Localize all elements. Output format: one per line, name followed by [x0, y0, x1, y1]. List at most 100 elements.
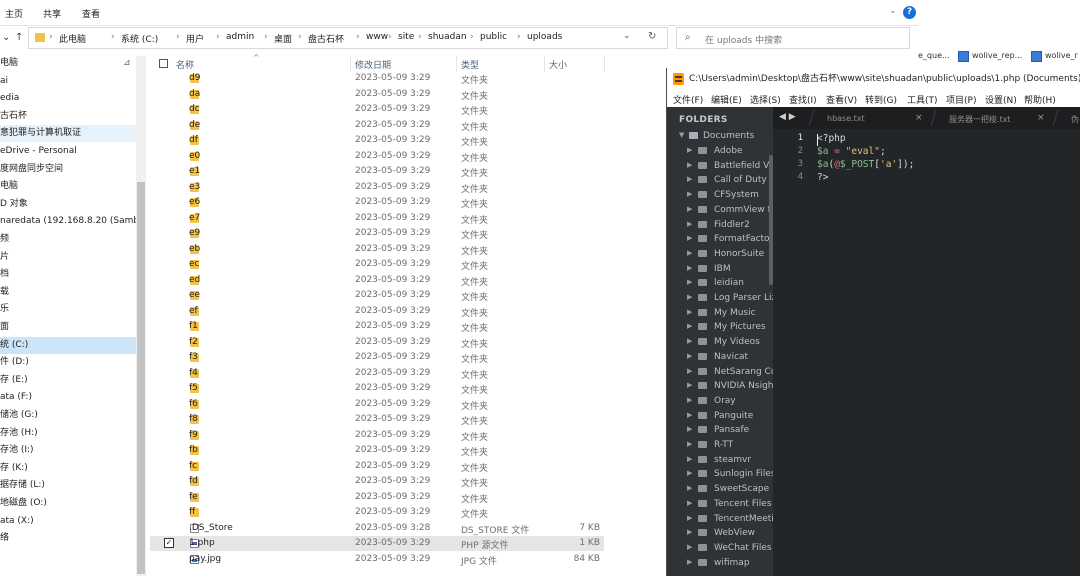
- menu-item[interactable]: 设置(N): [985, 93, 1017, 106]
- file-row[interactable]: d9 2023-05-09 3:29 文件夹: [150, 71, 604, 86]
- tree-folder[interactable]: ▶ Log Parser Liz: [667, 291, 773, 305]
- file-row[interactable]: fc 2023-05-09 3:29 文件夹: [150, 459, 604, 474]
- close-tab-icon[interactable]: ×: [1037, 113, 1045, 123]
- file-row[interactable]: de 2023-05-09 3:29 文件夹: [150, 118, 604, 133]
- file-row[interactable]: f9 2023-05-09 3:29 文件夹: [150, 428, 604, 443]
- editor-tab[interactable]: 服务器一把梭.txt ×: [935, 107, 1053, 129]
- collapsed-triangle-icon[interactable]: ▶: [687, 146, 692, 154]
- file-row[interactable]: eb 2023-05-09 3:29 文件夹: [150, 242, 604, 257]
- sidebar-item[interactable]: 存池 (I:): [0, 442, 136, 459]
- file-row[interactable]: df 2023-05-09 3:29 文件夹: [150, 133, 604, 148]
- tree-folder[interactable]: ▶ wifimap: [667, 556, 773, 570]
- file-row[interactable]: f2 2023-05-09 3:29 文件夹: [150, 335, 604, 350]
- sidebar-item[interactable]: 电脑: [0, 178, 136, 195]
- column-header-type[interactable]: 类型: [461, 58, 479, 71]
- collapsed-triangle-icon[interactable]: ▶: [687, 381, 692, 389]
- expanded-triangle-icon[interactable]: ▼: [679, 131, 684, 139]
- collapsed-triangle-icon[interactable]: ▶: [687, 205, 692, 213]
- sidebar-item[interactable]: 存 (K:): [0, 460, 136, 477]
- tree-folder[interactable]: ▶ My Music: [667, 306, 773, 320]
- tree-folder[interactable]: ▶ Fiddler2: [667, 218, 773, 232]
- file-row[interactable]: e1 2023-05-09 3:29 文件夹: [150, 164, 604, 179]
- tree-folder[interactable]: ▶ Call of Duty: [667, 173, 773, 187]
- collapsed-triangle-icon[interactable]: ▶: [687, 440, 692, 448]
- editor-tab[interactable]: hbase.txt ×: [813, 107, 931, 129]
- sidebar-item[interactable]: 意犯罪与计算机取证: [0, 125, 136, 143]
- tree-folder[interactable]: ▶ steamvr: [667, 453, 773, 467]
- tree-folder[interactable]: ▶ My Videos: [667, 335, 773, 349]
- collapsed-triangle-icon[interactable]: ▶: [687, 278, 692, 286]
- collapsed-triangle-icon[interactable]: ▶: [687, 352, 692, 360]
- select-all-checkbox[interactable]: [159, 59, 168, 68]
- sidebar-scrollbar-thumb[interactable]: [137, 182, 145, 574]
- tree-folder[interactable]: ▶ HonorSuite: [667, 247, 773, 261]
- collapsed-triangle-icon[interactable]: ▶: [687, 514, 692, 522]
- sidebar-item[interactable]: D 对象: [0, 196, 136, 213]
- collapsed-triangle-icon[interactable]: ▶: [687, 455, 692, 463]
- breadcrumb-item[interactable]: admin: [226, 32, 254, 42]
- collapsed-triangle-icon[interactable]: ▶: [687, 234, 692, 242]
- menu-item[interactable]: 文件(F): [673, 93, 703, 106]
- search-input[interactable]: 在 uploads 中搜索: [705, 33, 782, 46]
- ribbon-tab-home[interactable]: 主页: [5, 7, 23, 20]
- file-row[interactable]: e0 2023-05-09 3:29 文件夹: [150, 149, 604, 164]
- sidebar-item[interactable]: 地磁盘 (O:): [0, 495, 136, 512]
- file-row[interactable]: e3 2023-05-09 3:29 文件夹: [150, 180, 604, 195]
- sidebar-item[interactable]: 度网盘同步空间: [0, 161, 136, 178]
- editor-tab[interactable]: 伪: [1057, 107, 1080, 129]
- tree-folder[interactable]: ▶ FormatFactor: [667, 232, 773, 246]
- sidebar-item[interactable]: edia: [0, 90, 136, 107]
- breadcrumb-item[interactable]: 桌面: [274, 32, 292, 45]
- collapsed-triangle-icon[interactable]: ▶: [687, 425, 692, 433]
- file-row[interactable]: da 2023-05-09 3:29 文件夹: [150, 87, 604, 102]
- menu-item[interactable]: 转到(G): [865, 93, 897, 106]
- breadcrumb-item[interactable]: 盘古石杯: [308, 32, 344, 45]
- sidebar-item[interactable]: naredata (192.168.8.20 (Samba (: [0, 213, 140, 230]
- file-row[interactable]: pay.jpg 2023-05-09 3:29 JPG 文件 84 KB: [150, 552, 604, 567]
- menu-item[interactable]: 工具(T): [907, 93, 938, 106]
- tree-folder[interactable]: ▶ NVIDIA Nsigh: [667, 379, 773, 393]
- tree-folder[interactable]: ▶ Oray: [667, 394, 773, 408]
- tree-folder[interactable]: ▶ Battlefield V: [667, 159, 773, 173]
- sidebar-item[interactable]: 据存储 (L:): [0, 477, 136, 494]
- file-row[interactable]: ✓ 1.php 2023-05-09 3:29 PHP 源文件 1 KB: [150, 536, 604, 551]
- column-divider[interactable]: [544, 56, 545, 72]
- sidebar-item[interactable]: ata (X:): [0, 513, 136, 530]
- collapsed-triangle-icon[interactable]: ▶: [687, 175, 692, 183]
- sidebar-item[interactable]: ata (F:): [0, 389, 136, 406]
- sidebar-item[interactable]: 存 (E:): [0, 372, 136, 389]
- collapsed-triangle-icon[interactable]: ▶: [687, 220, 692, 228]
- collapsed-triangle-icon[interactable]: ▶: [687, 161, 692, 169]
- collapsed-triangle-icon[interactable]: ▶: [687, 367, 692, 375]
- collapsed-triangle-icon[interactable]: ▶: [687, 249, 692, 257]
- breadcrumb-item[interactable]: 系统 (C:): [121, 32, 158, 45]
- tree-folder[interactable]: ▶ WeChat Files: [667, 541, 773, 555]
- file-row[interactable]: ff 2023-05-09 3:29 文件夹: [150, 505, 604, 520]
- collapsed-triangle-icon[interactable]: ▶: [687, 543, 692, 551]
- tree-folder[interactable]: ▶ IBM: [667, 262, 773, 276]
- sidebar-item[interactable]: 储池 (G:): [0, 407, 136, 424]
- file-row[interactable]: e7 2023-05-09 3:29 文件夹: [150, 211, 604, 226]
- tree-folder[interactable]: ▶ Tencent Files: [667, 497, 773, 511]
- tree-folder[interactable]: ▶ Panguite: [667, 409, 773, 423]
- search-box[interactable]: ⌕ 在 uploads 中搜索: [676, 27, 910, 49]
- menu-item[interactable]: 查看(V): [826, 93, 857, 106]
- collapsed-triangle-icon[interactable]: ▶: [687, 264, 692, 272]
- close-tab-icon[interactable]: ×: [915, 113, 923, 123]
- column-divider[interactable]: [350, 56, 351, 72]
- breadcrumb-item[interactable]: public: [480, 32, 507, 42]
- help-icon[interactable]: ?: [903, 6, 916, 19]
- file-row[interactable]: f4 2023-05-09 3:29 文件夹: [150, 366, 604, 381]
- sidebar-item[interactable]: 古石杯: [0, 108, 136, 125]
- file-row[interactable]: ed 2023-05-09 3:29 文件夹: [150, 273, 604, 288]
- file-row[interactable]: f8 2023-05-09 3:29 文件夹: [150, 412, 604, 427]
- collapsed-triangle-icon[interactable]: ▶: [687, 484, 692, 492]
- tree-folder[interactable]: ▶ leidian: [667, 276, 773, 290]
- tree-folder[interactable]: ▶ R-TT: [667, 438, 773, 452]
- sidebar-item[interactable]: 乐: [0, 301, 136, 318]
- column-header-size[interactable]: 大小: [549, 58, 567, 71]
- collapsed-triangle-icon[interactable]: ▶: [687, 396, 692, 404]
- column-header-date[interactable]: 修改日期: [355, 58, 391, 71]
- tree-folder[interactable]: ▶ My Pictures: [667, 320, 773, 334]
- sidebar-item[interactable]: 电脑: [0, 55, 136, 72]
